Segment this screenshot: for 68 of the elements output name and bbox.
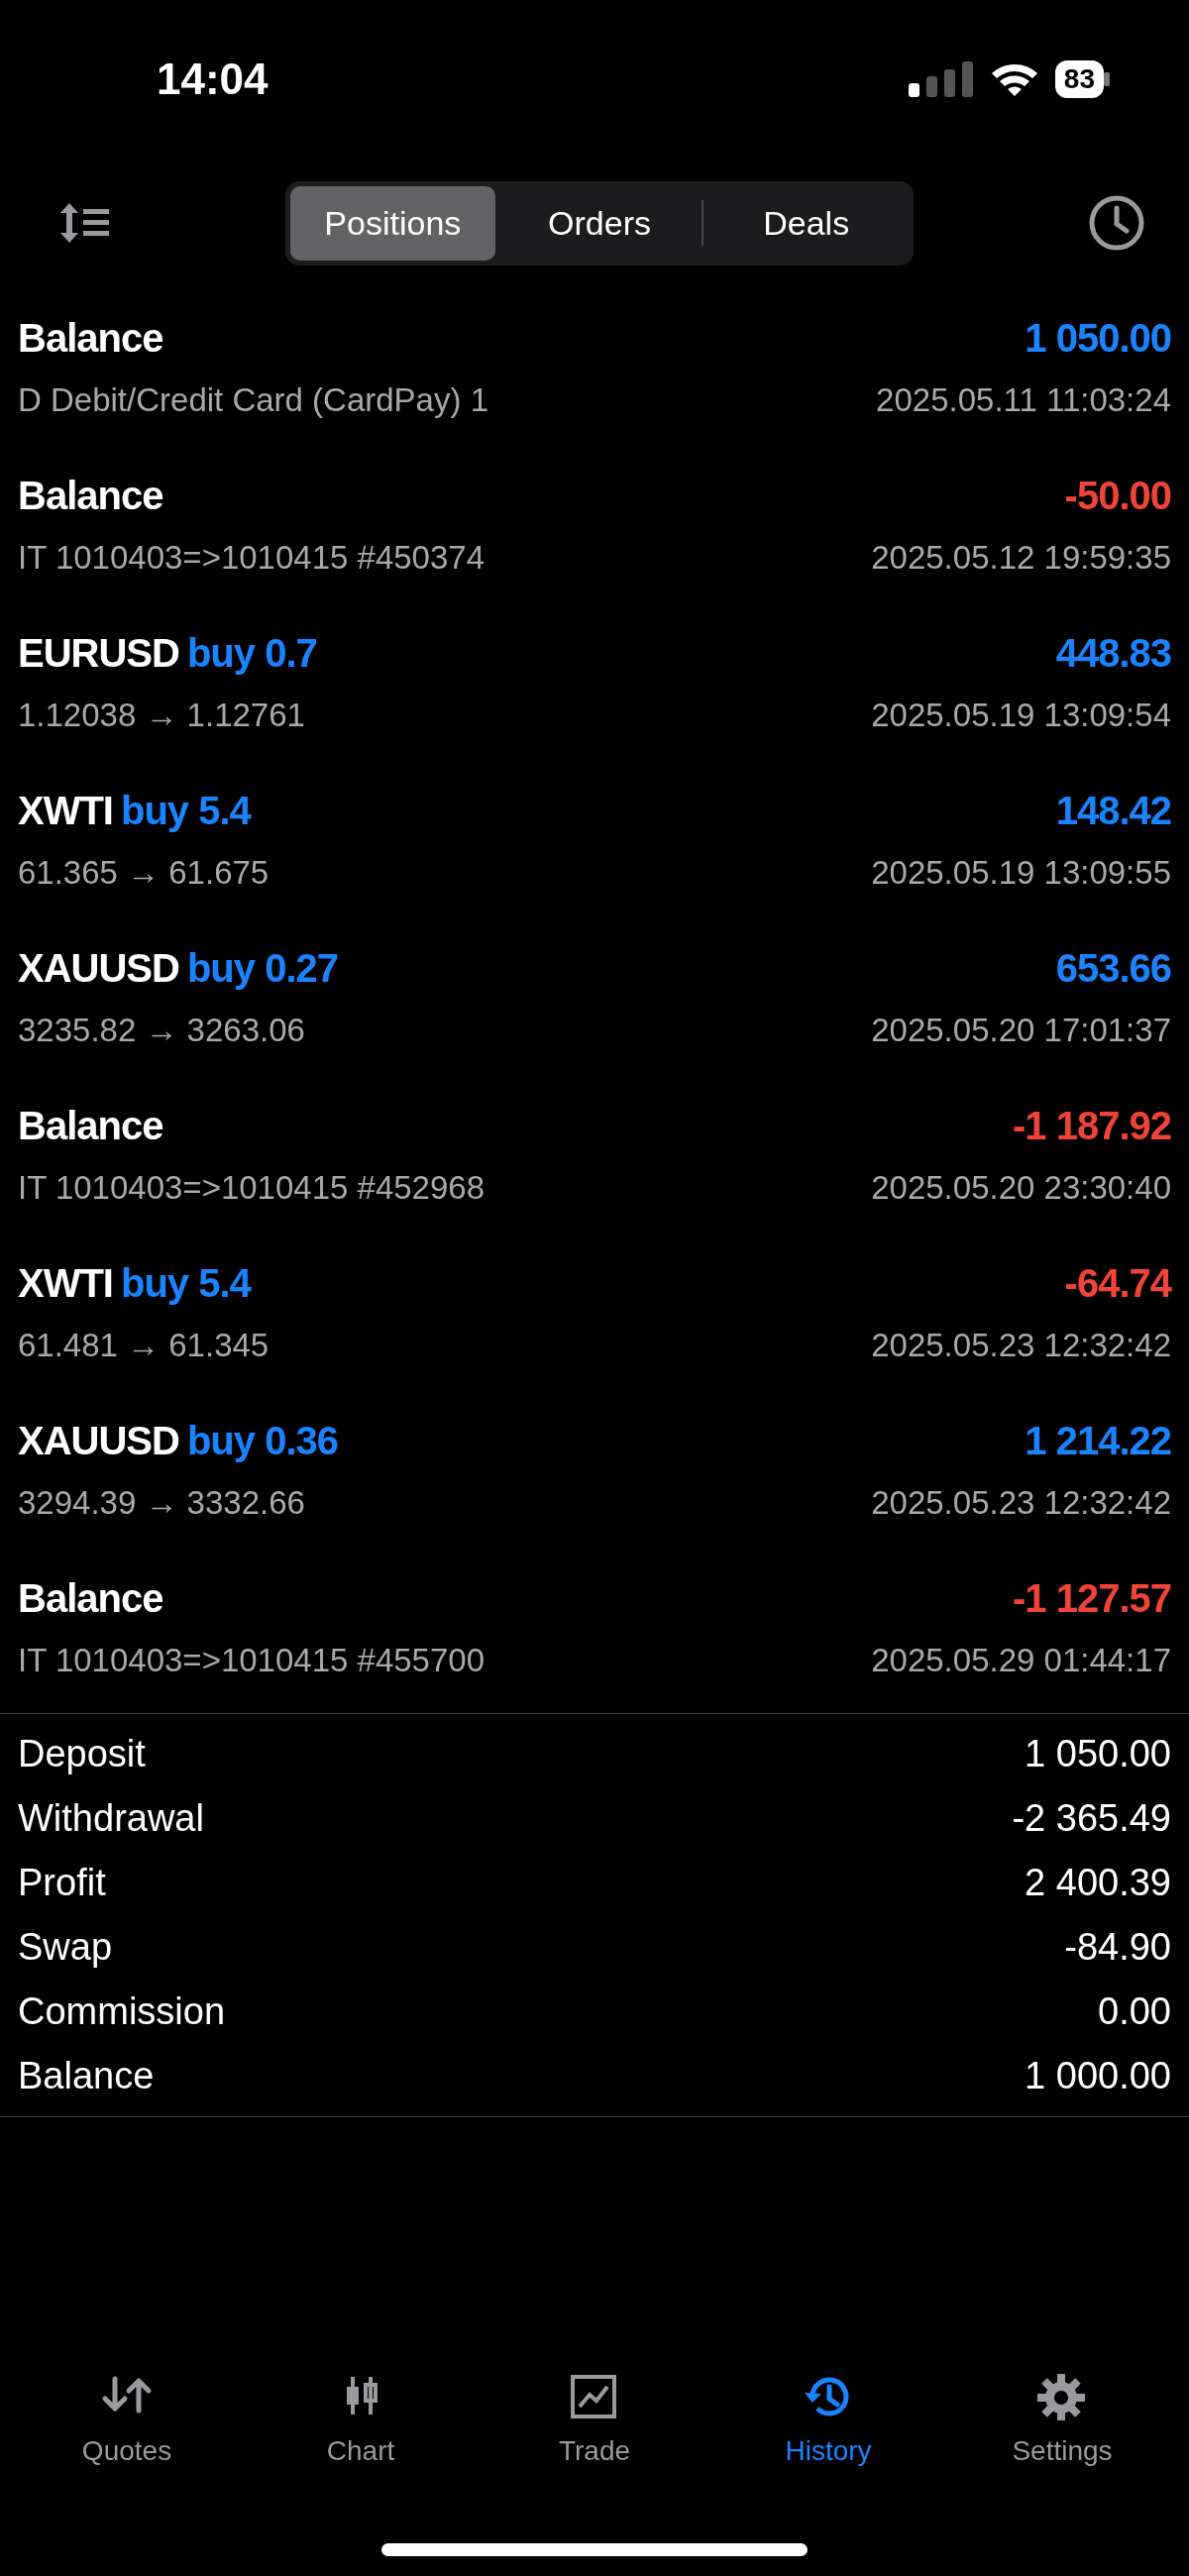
entry-detail: 1.12038 → 1.12761	[18, 695, 305, 735]
summary-value: -84.90	[1064, 1925, 1171, 1970]
battery-level: 83	[1054, 60, 1104, 98]
battery-tip-icon	[1104, 72, 1110, 86]
entry-symbol: XWTI	[18, 1259, 113, 1307]
entry-detail: IT 1010403=>1010415 #455700	[18, 1640, 486, 1680]
settings-icon	[1036, 2373, 1088, 2420]
entry-action: buy 5.4	[121, 1259, 251, 1307]
signal-icon	[908, 61, 974, 97]
entry-symbol: Balance	[18, 1574, 163, 1622]
tab-bar-item[interactable]: Quotes	[10, 2372, 244, 2473]
entry-detail: 61.481 → 61.345	[18, 1325, 270, 1365]
entry-symbol: Balance	[18, 472, 163, 519]
entry-amount: -1 127.57	[1012, 1574, 1171, 1622]
entry-amount: 148.42	[1055, 787, 1171, 834]
entry-amount: 448.83	[1055, 629, 1171, 677]
entry-time: 2025.05.19 13:09:55	[871, 852, 1171, 893]
segment-tab[interactable]: Positions	[290, 185, 495, 261]
entry-detail: IT 1010403=>1010415 #450374	[18, 537, 486, 578]
entry-time: 2025.05.12 19:59:35	[871, 537, 1171, 578]
entry-action: buy 0.7	[186, 629, 317, 677]
entry-time: 2025.05.29 01:44:17	[871, 1640, 1171, 1680]
entry-symbol: XAUUSD	[18, 944, 179, 992]
tab-bar-item[interactable]: Trade	[478, 2372, 711, 2473]
entry-time: 2025.05.11 11:03:24	[876, 379, 1171, 420]
summary-label: Commission	[18, 1989, 226, 2034]
entry-symbol: XAUUSD	[18, 1417, 179, 1464]
entry-symbol: Balance	[18, 314, 163, 362]
entry-action: buy 0.36	[186, 1417, 338, 1464]
entry-amount: 1 050.00	[1025, 314, 1171, 362]
summary-value: 1 000.00	[1025, 2054, 1171, 2098]
sort-icon[interactable]	[59, 201, 111, 245]
entry-time: 2025.05.23 12:32:42	[871, 1325, 1171, 1365]
entry-symbol: XWTI	[18, 787, 113, 834]
entry-detail: 3294.39 → 3332.66	[18, 1482, 305, 1523]
summary-label: Balance	[18, 2054, 155, 2098]
entry-action: buy 0.27	[186, 944, 338, 992]
segment-tab[interactable]: Deals	[703, 185, 909, 261]
entry-detail: IT 1010403=>1010415 #452968	[18, 1167, 486, 1208]
segment-tab[interactable]: Orders	[496, 185, 703, 261]
summary-label: Deposit	[18, 1732, 146, 1776]
summary-label: Swap	[18, 1925, 113, 1970]
entry-symbol: Balance	[18, 1102, 163, 1149]
tab-bar-item[interactable]: Settings	[945, 2372, 1179, 2473]
entry-amount: -64.74	[1064, 1259, 1171, 1307]
summary-value: 2 400.39	[1025, 1861, 1171, 1905]
tab-bar-item[interactable]: Chart	[244, 2372, 478, 2473]
entry-time: 2025.05.23 12:32:42	[871, 1482, 1171, 1523]
entry-action: buy 5.4	[121, 787, 251, 834]
status-time: 14:04	[157, 54, 269, 105]
entry-detail: D Debit/Credit Card (CardPay) 1	[18, 379, 488, 420]
tab-bar-item[interactable]: History	[711, 2372, 945, 2473]
entry-amount: -50.00	[1064, 472, 1171, 519]
entry-time: 2025.05.20 17:01:37	[871, 1010, 1171, 1050]
clock-icon[interactable]	[1088, 194, 1145, 252]
entry-amount: 653.66	[1055, 944, 1171, 992]
summary-value: 0.00	[1098, 1989, 1171, 2034]
summary-label: Withdrawal	[18, 1796, 204, 1841]
entry-detail: 61.365 → 61.675	[18, 852, 270, 893]
summary-label: Profit	[18, 1861, 106, 1905]
entry-amount: 1 214.22	[1025, 1417, 1171, 1464]
entry-amount: -1 187.92	[1012, 1102, 1171, 1149]
summary-value: -2 365.49	[1012, 1796, 1171, 1841]
summary-value: 1 050.00	[1025, 1732, 1171, 1776]
entry-detail: 3235.82 → 3263.06	[18, 1010, 305, 1050]
entry-time: 2025.05.20 23:30:40	[871, 1167, 1171, 1208]
entry-symbol: EURUSD	[18, 629, 179, 677]
entry-time: 2025.05.19 13:09:54	[871, 695, 1171, 735]
